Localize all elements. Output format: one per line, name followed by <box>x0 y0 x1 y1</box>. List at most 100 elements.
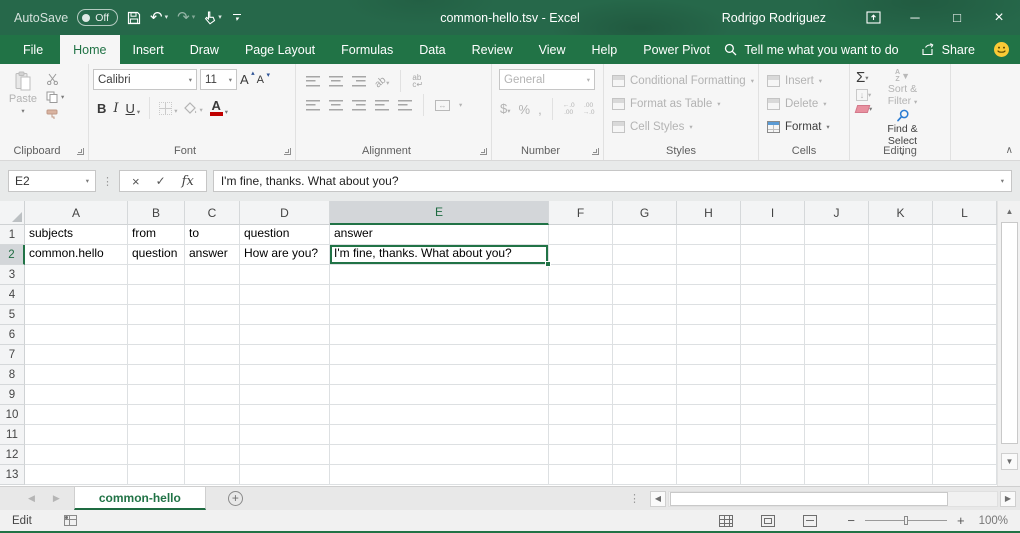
cell-B10[interactable] <box>128 405 185 425</box>
cell-B2[interactable]: question <box>128 245 185 265</box>
cell-G12[interactable] <box>613 445 677 465</box>
cell-K8[interactable] <box>869 365 933 385</box>
cell-K2[interactable] <box>869 245 933 265</box>
cell-C12[interactable] <box>185 445 240 465</box>
cell-I8[interactable] <box>741 365 805 385</box>
alignment-dialog-launcher[interactable] <box>480 148 487 155</box>
cell-L8[interactable] <box>933 365 997 385</box>
formula-bar-expand-icon[interactable]: ▾ <box>1001 177 1004 185</box>
cell-J7[interactable] <box>805 345 869 365</box>
sort-filter-button[interactable]: AZ▼ Sort & Filter ▾ <box>886 69 919 109</box>
cell-I9[interactable] <box>741 385 805 405</box>
zoom-in-button[interactable]: + <box>957 513 965 528</box>
borders-dropdown-icon[interactable]: ▾ <box>174 107 177 115</box>
cell-A1[interactable]: subjects <box>25 225 128 245</box>
fill-color-button[interactable]: ▾ <box>184 102 202 114</box>
tab-data[interactable]: Data <box>406 35 458 64</box>
cell-L10[interactable] <box>933 405 997 425</box>
cell-K12[interactable] <box>869 445 933 465</box>
cell-C2[interactable]: answer <box>185 245 240 265</box>
delete-cells-button[interactable]: Delete▾ <box>767 92 845 115</box>
align-middle-icon[interactable] <box>329 76 343 87</box>
cell-G4[interactable] <box>613 285 677 305</box>
cell-H11[interactable] <box>677 425 741 445</box>
ribbon-display-options-button[interactable] <box>852 0 894 35</box>
cell-G5[interactable] <box>613 305 677 325</box>
cell-G10[interactable] <box>613 405 677 425</box>
cell-D10[interactable] <box>240 405 330 425</box>
redo-button[interactable]: ↷▾ <box>177 10 195 25</box>
scroll-up-icon[interactable]: ▲ <box>1001 203 1018 220</box>
cell-D2[interactable]: How are you? <box>240 245 330 265</box>
row-header-1[interactable]: 1 <box>0 225 25 245</box>
cell-I7[interactable] <box>741 345 805 365</box>
cell-K7[interactable] <box>869 345 933 365</box>
fill-handle[interactable] <box>545 261 551 267</box>
merge-center-button[interactable]: ↔ <box>435 100 450 111</box>
collapse-ribbon-button[interactable]: ∧ <box>1006 145 1013 156</box>
macro-record-icon[interactable] <box>64 515 77 526</box>
row-header-13[interactable]: 13 <box>0 465 25 485</box>
cell-B5[interactable] <box>128 305 185 325</box>
cell-K4[interactable] <box>869 285 933 305</box>
cell-E2[interactable]: I'm fine, thanks. What about you? <box>330 245 549 265</box>
row-header-12[interactable]: 12 <box>0 445 25 465</box>
cell-G6[interactable] <box>613 325 677 345</box>
cell-G11[interactable] <box>613 425 677 445</box>
align-bottom-icon[interactable] <box>352 76 366 87</box>
row-header-4[interactable]: 4 <box>0 285 25 305</box>
decrease-decimal-button[interactable]: .00→.0 <box>583 102 595 116</box>
font-name-select[interactable]: Calibri▾ <box>93 69 197 90</box>
next-sheet-icon[interactable]: ▶ <box>53 493 60 504</box>
row-header-2[interactable]: 2 <box>0 245 25 265</box>
cell-A4[interactable] <box>25 285 128 305</box>
cell-I1[interactable] <box>741 225 805 245</box>
cell-L12[interactable] <box>933 445 997 465</box>
scroll-left-icon[interactable]: ◀ <box>650 491 666 507</box>
touch-mode-dropdown-icon[interactable]: ▾ <box>218 14 222 21</box>
cell-E11[interactable] <box>330 425 549 445</box>
cell-D9[interactable] <box>240 385 330 405</box>
insert-cells-button[interactable]: Insert▾ <box>767 69 845 92</box>
name-box-dropdown-icon[interactable]: ▾ <box>86 177 89 185</box>
cell-A9[interactable] <box>25 385 128 405</box>
cell-I5[interactable] <box>741 305 805 325</box>
cell-H7[interactable] <box>677 345 741 365</box>
tell-me-search[interactable]: Tell me what you want to do <box>724 43 898 57</box>
cell-F2[interactable] <box>549 245 613 265</box>
cell-G1[interactable] <box>613 225 677 245</box>
format-cells-button[interactable]: Format▾ <box>767 115 845 138</box>
tab-draw[interactable]: Draw <box>177 35 232 64</box>
cell-J5[interactable] <box>805 305 869 325</box>
cell-D3[interactable] <box>240 265 330 285</box>
comma-style-button[interactable]: , <box>538 102 542 117</box>
select-all-button[interactable] <box>0 201 25 225</box>
cell-J13[interactable] <box>805 465 869 485</box>
cell-B4[interactable] <box>128 285 185 305</box>
minimize-button[interactable]: ─ <box>894 0 936 35</box>
scroll-down-icon[interactable]: ▼ <box>1001 453 1018 470</box>
cell-J6[interactable] <box>805 325 869 345</box>
merge-dropdown-icon[interactable]: ▾ <box>459 101 462 109</box>
zoom-slider[interactable] <box>865 520 947 521</box>
font-color-dropdown-icon[interactable]: ▾ <box>225 108 228 116</box>
maximize-button[interactable]: □ <box>936 0 978 35</box>
cell-H3[interactable] <box>677 265 741 285</box>
increase-decimal-button[interactable]: ←.0.00 <box>563 102 575 116</box>
cell-G8[interactable] <box>613 365 677 385</box>
clipboard-dialog-launcher[interactable] <box>77 148 84 155</box>
cell-C3[interactable] <box>185 265 240 285</box>
cell-K6[interactable] <box>869 325 933 345</box>
cell-A6[interactable] <box>25 325 128 345</box>
cell-L5[interactable] <box>933 305 997 325</box>
increase-indent-icon[interactable] <box>398 100 412 111</box>
cell-E10[interactable] <box>330 405 549 425</box>
decrease-indent-icon[interactable] <box>375 100 389 111</box>
cell-B6[interactable] <box>128 325 185 345</box>
column-header-E[interactable]: E <box>330 201 549 225</box>
zoom-out-button[interactable]: − <box>847 513 855 528</box>
number-format-select[interactable]: General▾ <box>499 69 595 90</box>
bold-button[interactable]: B <box>97 101 106 116</box>
cell-L7[interactable] <box>933 345 997 365</box>
redo-dropdown-icon[interactable]: ▾ <box>192 14 196 21</box>
